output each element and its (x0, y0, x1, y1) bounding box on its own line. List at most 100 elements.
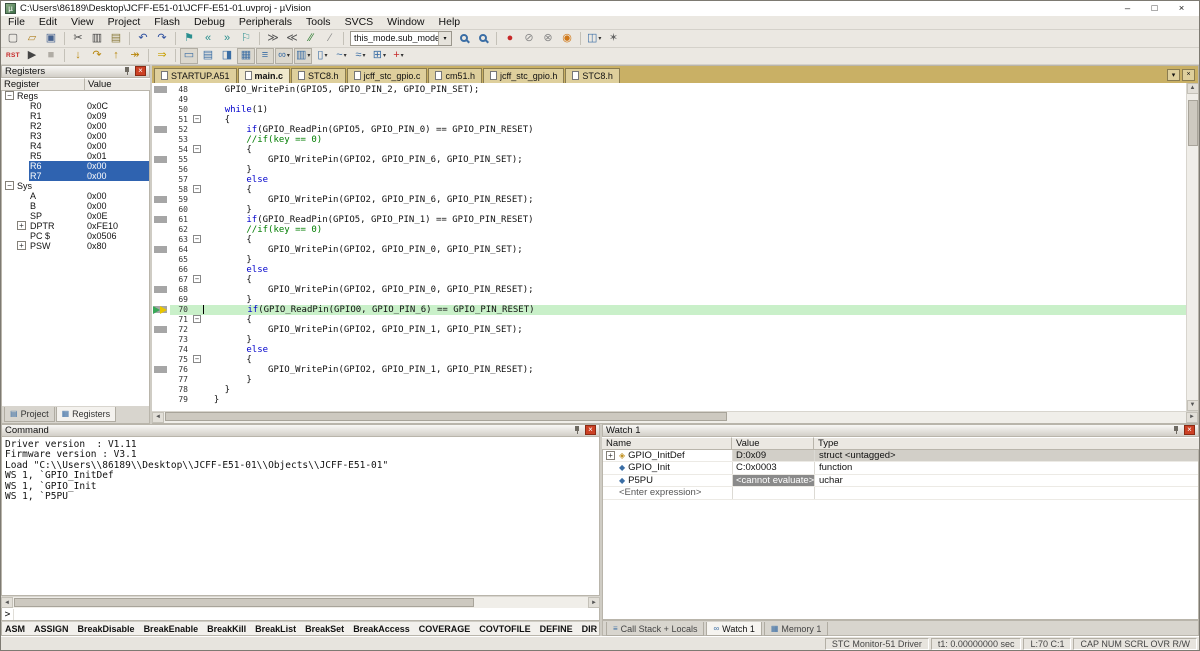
breakpoint-margin[interactable] (152, 315, 170, 325)
fold-collapse-icon[interactable]: − (193, 115, 201, 123)
breakpoint-margin[interactable] (152, 345, 170, 355)
collapse-icon[interactable]: − (5, 181, 14, 190)
breakpoint-margin[interactable] (152, 335, 170, 345)
scroll-right-icon[interactable]: ► (1186, 412, 1198, 423)
breakpoint-margin[interactable] (152, 245, 170, 255)
breakpoint-margin[interactable] (152, 325, 170, 335)
code-line[interactable]: 52 if(GPIO_ReadPin(GPIO5, GPIO_PIN_0) ==… (152, 125, 1186, 135)
scroll-left-icon[interactable]: ◄ (1, 597, 13, 608)
redo-icon[interactable]: ↷ (153, 30, 171, 46)
menu-flash[interactable]: Flash (147, 16, 187, 29)
maximize-button[interactable]: □ (1141, 1, 1168, 15)
register-row-r2[interactable]: R20x00 (2, 121, 149, 131)
code-line[interactable]: 67− { (152, 275, 1186, 285)
code-line[interactable]: 54− { (152, 145, 1186, 155)
command-horizontal-scrollbar[interactable]: ◄ ► (1, 596, 600, 608)
code-line[interactable]: 48 GPIO_WritePin(GPIO5, GPIO_PIN_2, GPIO… (152, 85, 1186, 95)
breakpoint-margin[interactable] (152, 365, 170, 375)
breakpoint-margin[interactable] (152, 155, 170, 165)
expand-icon[interactable]: + (17, 241, 26, 250)
code-line[interactable]: 79 } (152, 395, 1186, 405)
undo-icon[interactable]: ↶ (134, 30, 152, 46)
code-line[interactable]: 50 while(1) (152, 105, 1186, 115)
code-line[interactable]: 74 else (152, 345, 1186, 355)
code-line[interactable]: 60 } (152, 205, 1186, 215)
disable-breakpoints-icon[interactable]: ⊘ (520, 30, 538, 46)
close-icon[interactable]: × (135, 66, 146, 76)
breakpoint-margin[interactable] (152, 95, 170, 105)
close-icon[interactable]: × (585, 425, 596, 435)
pin-icon[interactable] (573, 425, 582, 435)
code-line[interactable]: 59 GPIO_WritePin(GPIO2, GPIO_PIN_6, GPIO… (152, 195, 1186, 205)
command-word-breakenable[interactable]: BreakEnable (144, 624, 199, 634)
command-word-asm[interactable]: ASM (5, 624, 25, 634)
step-into-icon[interactable]: ↓ (69, 48, 87, 64)
command-word-breakset[interactable]: BreakSet (305, 624, 344, 634)
code-line[interactable]: 63− { (152, 235, 1186, 245)
symbol-window-icon[interactable]: ◨ (218, 48, 236, 64)
breakpoint-margin[interactable] (152, 285, 170, 295)
breakpoint-margin[interactable] (152, 215, 170, 225)
editor-vertical-scrollbar[interactable]: ▲ ▼ (1186, 83, 1198, 411)
system-viewer-icon[interactable]: ⊞▾ (370, 48, 388, 64)
breakpoint-margin[interactable] (152, 225, 170, 235)
menu-tools[interactable]: Tools (299, 16, 338, 29)
breakpoint-margin[interactable] (152, 175, 170, 185)
tab-startup-a51[interactable]: STARTUP.A51 (154, 68, 237, 83)
code-line[interactable]: 76 GPIO_WritePin(GPIO2, GPIO_PIN_1, GPIO… (152, 365, 1186, 375)
breakpoint-margin[interactable] (152, 125, 170, 135)
bookmark-clear-icon[interactable]: ⚐ (237, 30, 255, 46)
breakpoint-margin[interactable] (152, 135, 170, 145)
memory-window-icon[interactable]: ▥▾ (294, 48, 312, 64)
watch-row[interactable]: +◈GPIO_InitDefD:0x09struct <untagged> (603, 450, 1198, 463)
minimize-button[interactable]: – (1114, 1, 1141, 15)
register-group-sys[interactable]: −Sys (2, 181, 149, 191)
open-file-icon[interactable]: ▱ (23, 30, 41, 46)
menu-project[interactable]: Project (101, 16, 148, 29)
horizontal-scroll-thumb[interactable] (165, 412, 727, 421)
search-combo[interactable]: this_mode.sub_mode▾ (350, 31, 452, 46)
watch-name[interactable]: <Enter expression> (619, 487, 701, 498)
register-row-r5[interactable]: R50x01 (2, 151, 149, 161)
fold-collapse-icon[interactable]: − (193, 355, 201, 363)
menu-debug[interactable]: Debug (187, 16, 232, 29)
breakpoint-margin[interactable] (152, 375, 170, 385)
register-row-r0[interactable]: R00x0C (2, 101, 149, 111)
menu-window[interactable]: Window (380, 16, 431, 29)
new-file-icon[interactable]: ▢ (4, 30, 22, 46)
editor-horizontal-scrollbar[interactable]: ◄ ► (152, 411, 1198, 423)
cut-icon[interactable]: ✂ (69, 30, 87, 46)
chevron-down-icon[interactable]: ▾ (401, 52, 404, 59)
breakpoint-margin[interactable] (152, 85, 170, 95)
serial-window-icon[interactable]: ▯▾ (313, 48, 331, 64)
menu-view[interactable]: View (64, 16, 101, 29)
fold-collapse-icon[interactable]: − (193, 145, 201, 153)
tab-cm51-h[interactable]: cm51.h (428, 68, 482, 83)
code-line[interactable]: 61 if(GPIO_ReadPin(GPIO5, GPIO_PIN_1) ==… (152, 215, 1186, 225)
save-icon[interactable]: ▣ (42, 30, 60, 46)
code-line[interactable]: 58− { (152, 185, 1186, 195)
call-stack-window-icon[interactable]: ≡ (256, 48, 274, 64)
chevron-down-icon[interactable]: ▾ (598, 35, 601, 42)
command-word-covtofile[interactable]: COVTOFILE (479, 624, 530, 634)
breakpoint-margin[interactable] (152, 185, 170, 195)
command-word-breakaccess[interactable]: BreakAccess (353, 624, 410, 634)
code-line[interactable]: 66 else (152, 265, 1186, 275)
fold-collapse-icon[interactable]: − (193, 275, 201, 283)
code-line[interactable]: 71− { (152, 315, 1186, 325)
register-row-b[interactable]: B0x00 (2, 201, 149, 211)
uncomment-icon[interactable]: ∕ (321, 30, 339, 46)
breakpoint-margin[interactable] (152, 255, 170, 265)
trace-window-icon[interactable]: ≈▾ (351, 48, 369, 64)
tab-watch-1[interactable]: ∞Watch 1 (706, 622, 761, 636)
code-line[interactable]: 65 } (152, 255, 1186, 265)
pin-icon[interactable] (1172, 425, 1181, 435)
find-in-files-icon[interactable] (474, 30, 492, 46)
menu-peripherals[interactable]: Peripherals (232, 16, 299, 29)
breakpoint-margin[interactable] (152, 385, 170, 395)
chevron-down-icon[interactable]: ▾ (344, 52, 347, 59)
stop-icon[interactable]: ■ (42, 48, 60, 64)
code-line[interactable]: 69 } (152, 295, 1186, 305)
breakpoint-margin[interactable] (152, 305, 170, 315)
breakpoint-margin[interactable] (152, 265, 170, 275)
